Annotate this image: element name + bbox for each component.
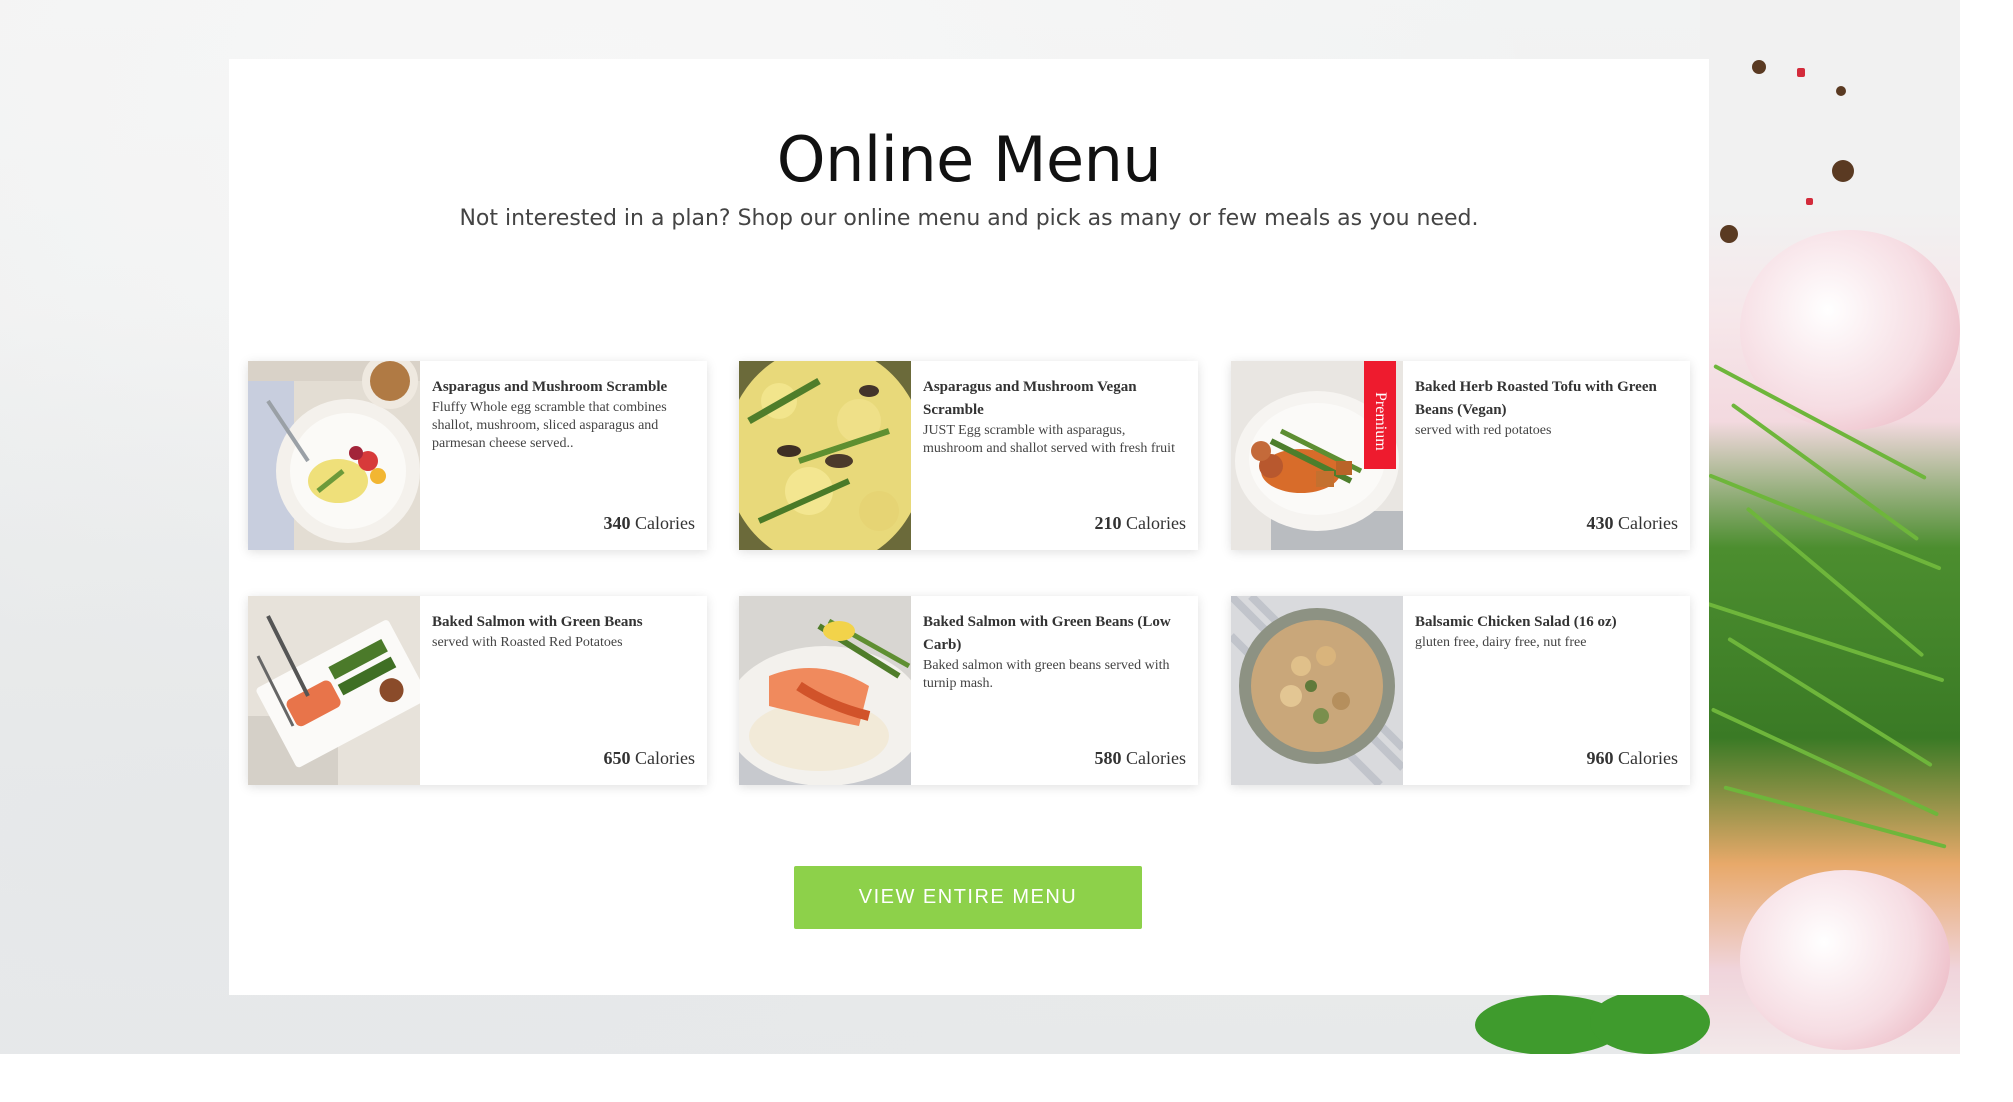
food-decoration — [1700, 0, 1960, 1054]
premium-badge: Premium — [1364, 361, 1396, 469]
pepper-flake — [1806, 198, 1813, 205]
view-entire-menu-button[interactable]: VIEW ENTIRE MENU — [794, 866, 1142, 929]
menu-item-calories: 340 Calories — [603, 513, 696, 533]
menu-item-name: Baked Salmon with Green Beans — [432, 614, 643, 630]
menu-panel: Online Menu Not interested in a plan? Sh… — [229, 59, 1709, 995]
meal-photo — [739, 361, 911, 550]
menu-item-name: Balsamic Chicken Salad (16 oz) — [1415, 614, 1617, 630]
herb-image — [1723, 785, 1947, 849]
peppercorn — [1752, 60, 1766, 74]
herb-image — [1745, 506, 1925, 658]
peppercorn — [1832, 160, 1854, 182]
menu-item-calories: 960 Calories — [1586, 748, 1679, 768]
menu-item-card[interactable]: Baked Salmon with Green Beans (Low Carb)… — [739, 596, 1198, 785]
meal-photo — [248, 361, 420, 550]
page-title: Online Menu — [776, 123, 1162, 196]
peppercorn — [1720, 225, 1738, 243]
peppercorn — [1836, 86, 1846, 96]
menu-item-description: served with red potatoes — [1415, 423, 1552, 438]
garlic-image — [1740, 230, 1960, 430]
menu-item-calories: 650 Calories — [603, 748, 696, 768]
menu-item-name: Baked Salmon with Green Beans (Low Carb) — [923, 614, 1171, 653]
menu-item-card[interactable]: Balsamic Chicken Salad (16 oz) gluten fr… — [1231, 596, 1690, 785]
pepper-flake — [1797, 68, 1805, 77]
herb-image — [1710, 707, 1940, 817]
herb-image — [1727, 636, 1933, 768]
menu-item-description: Baked salmon with green beans served wit… — [923, 658, 1170, 691]
menu-item-name: Asparagus and Mushroom Vegan Scramble — [923, 379, 1137, 418]
menu-item-name: Asparagus and Mushroom Scramble — [432, 379, 668, 395]
menu-item-name: Baked Herb Roasted Tofu with Green Beans… — [1415, 379, 1657, 418]
basil-leaf — [1590, 990, 1710, 1054]
menu-item-description: JUST Egg scramble with asparagus, mushro… — [923, 423, 1175, 456]
menu-item-calories: 430 Calories — [1586, 513, 1679, 533]
menu-item-calories: 580 Calories — [1094, 748, 1187, 768]
menu-item-card[interactable]: Baked Salmon with Green Beans served wit… — [248, 596, 707, 785]
garlic-image — [1740, 870, 1950, 1050]
menu-item-card[interactable]: Asparagus and Mushroom Vegan Scramble JU… — [739, 361, 1198, 550]
menu-item-description: gluten free, dairy free, nut free — [1415, 635, 1587, 650]
menu-item-description: Fluffy Whole egg scramble that combines … — [432, 400, 667, 451]
meal-photo — [248, 596, 420, 785]
herb-image — [1708, 473, 1942, 571]
page-subtitle: Not interested in a plan? Shop our onlin… — [459, 206, 1479, 231]
meal-photo — [1231, 596, 1403, 785]
menu-item-card[interactable]: Premium Baked Herb Roasted Tofu with Gre… — [1231, 361, 1690, 550]
menu-item-calories: 210 Calories — [1094, 513, 1187, 533]
menu-item-description: served with Roasted Red Potatoes — [432, 635, 623, 650]
menu-item-card[interactable]: Asparagus and Mushroom Scramble Fluffy W… — [248, 361, 707, 550]
meal-photo — [739, 596, 911, 785]
